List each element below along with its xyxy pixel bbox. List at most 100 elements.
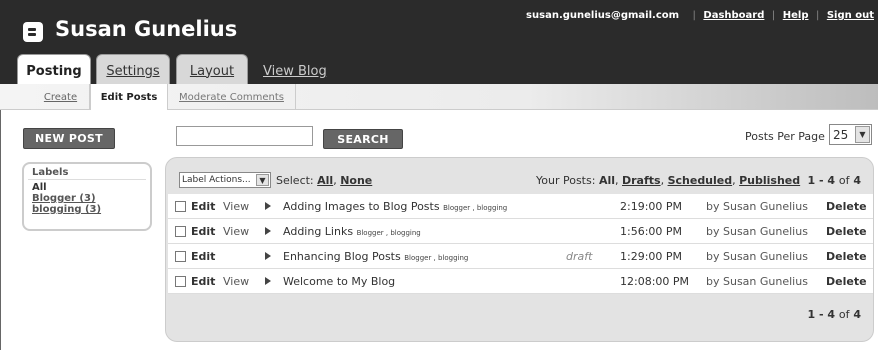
- filter-published-link[interactable]: Published: [739, 174, 800, 187]
- separator: |: [692, 10, 696, 21]
- tab-settings[interactable]: Settings: [96, 54, 170, 87]
- labels-sidebar: Labels All Blogger (3) blogging (3): [22, 162, 152, 231]
- post-checkbox[interactable]: [175, 226, 186, 237]
- select-label: Select:: [276, 174, 314, 187]
- post-title[interactable]: Welcome to My Blog: [283, 275, 395, 288]
- post-title-text[interactable]: Adding Images to Blog Posts: [283, 200, 440, 213]
- post-filters: Your Posts: All, Drafts, Scheduled, Publ…: [536, 174, 800, 187]
- post-row: Edit View Adding Links Blogger , bloggin…: [168, 219, 873, 244]
- post-edit-link[interactable]: Edit: [191, 275, 215, 288]
- filter-scheduled-link[interactable]: Scheduled: [668, 174, 733, 187]
- expand-triangle-icon[interactable]: [265, 227, 271, 235]
- pager-range: 1 - 4: [807, 308, 836, 321]
- post-checkbox[interactable]: [175, 251, 186, 262]
- post-row: Edit View Welcome to My Blog 12:08:00 PM…: [168, 269, 873, 294]
- pager-top: 1 - 4 of 4: [808, 174, 862, 187]
- comma: ,: [333, 174, 337, 187]
- comma: ,: [615, 174, 619, 187]
- posts-per-page-label: Posts Per Page: [745, 130, 825, 143]
- subtab-create[interactable]: Create: [32, 84, 90, 110]
- search-input[interactable]: [176, 126, 313, 146]
- pager-of: of: [838, 308, 850, 321]
- search-button[interactable]: SEARCH: [323, 129, 403, 149]
- filter-all[interactable]: All: [599, 174, 615, 187]
- subtab-edit-posts[interactable]: Edit Posts: [90, 84, 168, 110]
- post-edit-link[interactable]: Edit: [191, 225, 215, 238]
- post-edit-link[interactable]: Edit: [191, 250, 215, 263]
- post-title[interactable]: Adding Links Blogger , blogging: [283, 225, 421, 238]
- post-edit-link[interactable]: Edit: [191, 200, 215, 213]
- label-filter-blogging[interactable]: blogging (3): [32, 204, 142, 215]
- select-controls: Select: All, None: [276, 174, 372, 187]
- posts-list: Edit View Adding Images to Blog Posts Bl…: [168, 194, 873, 294]
- filter-drafts-link[interactable]: Drafts: [622, 174, 661, 187]
- chevron-down-icon[interactable]: ▼: [855, 126, 870, 143]
- expand-triangle-icon[interactable]: [265, 202, 271, 210]
- post-checkbox[interactable]: [175, 201, 186, 212]
- post-title-text[interactable]: Welcome to My Blog: [283, 275, 395, 288]
- dashboard-link[interactable]: Dashboard: [703, 10, 764, 21]
- posts-per-page-value: 25: [833, 127, 849, 142]
- post-title-text[interactable]: Enhancing Blog Posts: [283, 250, 401, 263]
- post-view-link[interactable]: View: [223, 200, 249, 213]
- post-row: Edit View Adding Images to Blog Posts Bl…: [168, 194, 873, 219]
- blogger-logo-icon: [23, 22, 43, 42]
- chevron-down-icon[interactable]: ▼: [256, 174, 269, 186]
- post-delete-link[interactable]: Delete: [826, 200, 867, 213]
- select-all-link[interactable]: All: [317, 174, 333, 187]
- post-author: by Susan Gunelius: [706, 225, 808, 238]
- subtab-moderate-comments[interactable]: Moderate Comments: [168, 84, 296, 110]
- post-tags[interactable]: Blogger , blogging: [443, 204, 507, 212]
- post-time: 1:56:00 PM: [620, 225, 683, 238]
- account-links: susan.gunelius@gmail.com | Dashboard | H…: [526, 10, 874, 21]
- label-filter-blogger[interactable]: Blogger (3): [32, 193, 142, 204]
- post-delete-link[interactable]: Delete: [826, 275, 867, 288]
- help-link[interactable]: Help: [783, 10, 809, 21]
- tab-posting[interactable]: Posting: [17, 54, 91, 87]
- post-row: Edit Enhancing Blog Posts Blogger , blog…: [168, 244, 873, 269]
- post-author: by Susan Gunelius: [706, 250, 808, 263]
- tab-layout[interactable]: Layout: [176, 54, 248, 87]
- separator: |: [771, 10, 776, 21]
- post-delete-link[interactable]: Delete: [826, 250, 867, 263]
- user-email: susan.gunelius@gmail.com: [526, 10, 680, 21]
- post-title-text[interactable]: Adding Links: [283, 225, 353, 238]
- divider: [28, 179, 146, 180]
- post-author: by Susan Gunelius: [706, 275, 808, 288]
- post-title[interactable]: Enhancing Blog Posts Blogger , blogging: [283, 250, 468, 263]
- label-filter-all[interactable]: All: [32, 182, 142, 193]
- top-header: Susan Gunelius susan.gunelius@gmail.com …: [0, 0, 878, 87]
- post-checkbox[interactable]: [175, 276, 186, 287]
- expand-triangle-icon[interactable]: [265, 252, 271, 260]
- post-tags[interactable]: Blogger , blogging: [357, 229, 421, 237]
- your-posts-label: Your Posts:: [536, 174, 596, 187]
- sign-out-link[interactable]: Sign out: [827, 10, 874, 21]
- labels-heading: Labels: [32, 167, 69, 178]
- label-actions-value: Label Actions...: [182, 175, 251, 185]
- select-none-link[interactable]: None: [340, 174, 372, 187]
- post-tags[interactable]: Blogger , blogging: [404, 254, 468, 262]
- posts-per-page-select[interactable]: 25 ▼: [829, 124, 872, 145]
- post-author: by Susan Gunelius: [706, 200, 808, 213]
- expand-triangle-icon[interactable]: [265, 277, 271, 285]
- label-actions-select[interactable]: Label Actions... ▼: [179, 172, 271, 188]
- pager-of: of: [838, 174, 850, 187]
- tab-view-blog[interactable]: View Blog: [263, 58, 333, 84]
- site-title: Susan Gunelius: [55, 17, 238, 41]
- post-title[interactable]: Adding Images to Blog Posts Blogger , bl…: [283, 200, 507, 213]
- pager-bottom: 1 - 4 of 4: [808, 308, 862, 321]
- post-time: 1:29:00 PM: [620, 250, 683, 263]
- page-edge-divider: [0, 110, 1, 350]
- pager-range: 1 - 4: [807, 174, 836, 187]
- post-view-link[interactable]: View: [223, 275, 249, 288]
- comma: ,: [732, 174, 736, 187]
- posts-panel: Label Actions... ▼ Select: All, None You…: [165, 157, 874, 342]
- post-delete-link[interactable]: Delete: [826, 225, 867, 238]
- separator: |: [815, 10, 820, 21]
- post-time: 12:08:00 PM: [620, 275, 690, 288]
- post-status: draft: [566, 250, 593, 263]
- new-post-button[interactable]: NEW POST: [23, 128, 115, 149]
- post-view-link[interactable]: View: [223, 225, 249, 238]
- post-time: 2:19:00 PM: [620, 200, 683, 213]
- pager-total: 4: [853, 174, 861, 187]
